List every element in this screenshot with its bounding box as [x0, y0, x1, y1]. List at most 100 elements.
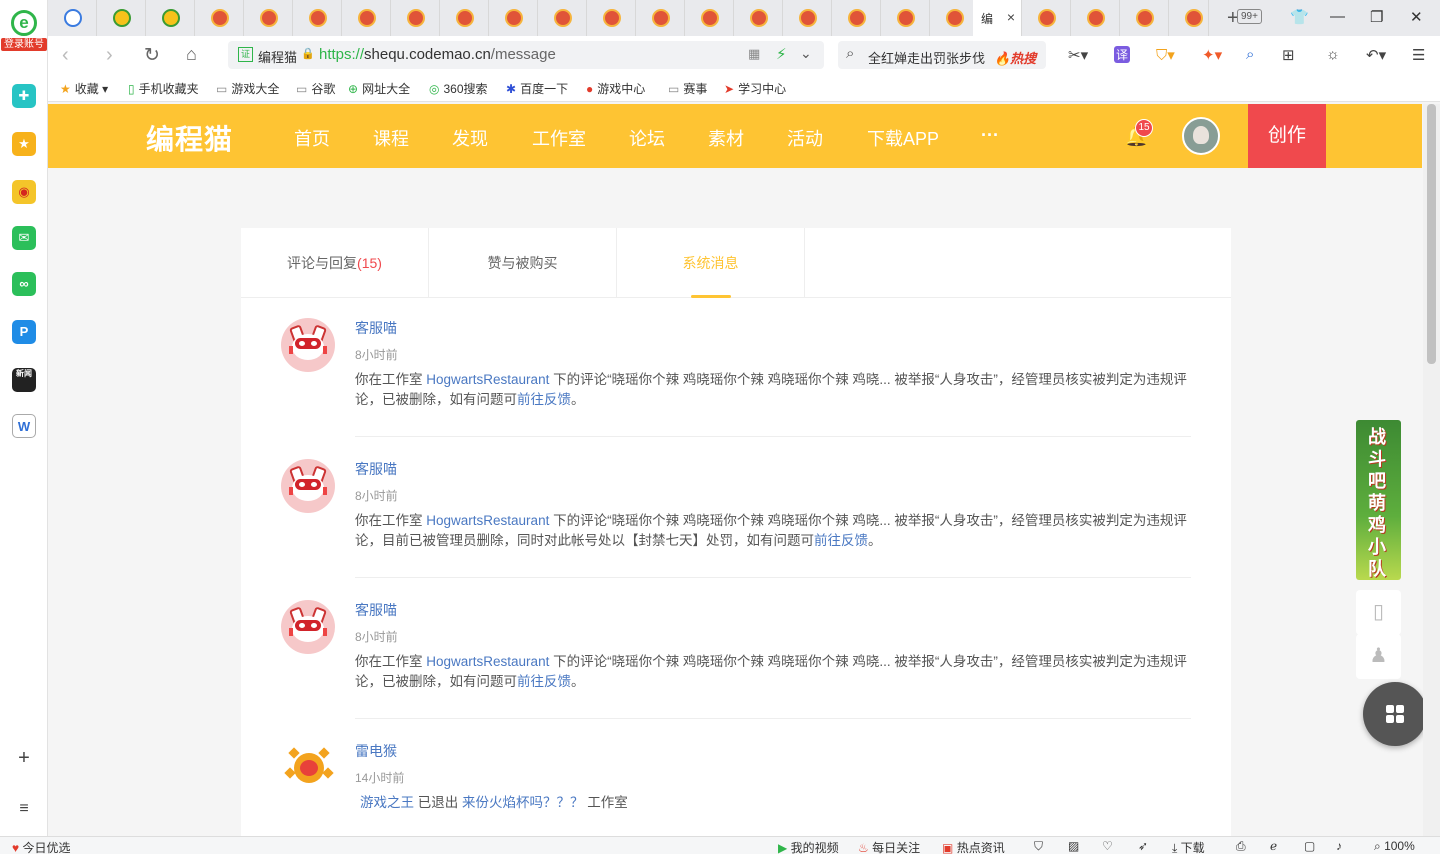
close-tab-icon[interactable]: ×	[1007, 9, 1015, 25]
notification-bell-icon[interactable]: 🔔 15	[1124, 119, 1153, 149]
cloud-drive-icon[interactable]: ∞	[12, 272, 36, 296]
studio-link[interactable]: 来份火焰杯吗？？？	[462, 795, 584, 810]
browser-tab[interactable]	[636, 0, 685, 36]
news-icon[interactable]: 新闻	[12, 368, 36, 392]
menu-list-icon[interactable]: ≡	[12, 797, 36, 821]
browser-tab[interactable]	[244, 0, 293, 36]
brightness-icon[interactable]: ☼	[1326, 46, 1340, 63]
heartbeat-icon[interactable]: ♡	[1102, 839, 1113, 853]
daily-follow[interactable]: ♨ 每日关注	[858, 839, 920, 854]
skin-icon[interactable]: 👕	[1290, 8, 1309, 26]
feedback-link[interactable]: 前往反馈	[814, 533, 868, 548]
nav-discover[interactable]: 发现	[452, 125, 488, 151]
scissors-icon[interactable]: ✂▾	[1068, 46, 1088, 64]
weibo-icon[interactable]: ◉	[12, 180, 36, 204]
browser-tab[interactable]	[489, 0, 538, 36]
create-button[interactable]: 创作	[1248, 104, 1326, 168]
nav-forum[interactable]: 论坛	[629, 125, 665, 151]
browser-tab[interactable]	[734, 0, 783, 36]
avatar[interactable]	[281, 318, 335, 372]
bookmark-item[interactable]: ✱ 百度一下	[506, 80, 568, 97]
feedback-link[interactable]: 前往反馈	[517, 674, 571, 689]
tab-comments-replies[interactable]: 评论与回复(15)	[241, 228, 429, 298]
translate-icon[interactable]: 译	[1114, 46, 1131, 63]
minimize-button[interactable]: —	[1330, 8, 1345, 25]
studio-link[interactable]: HogwartsRestaurant	[426, 372, 549, 387]
undo-icon[interactable]: ↶▾	[1366, 46, 1386, 64]
feedback-link[interactable]: 前往反馈	[517, 392, 571, 407]
ie-icon[interactable]: ℯ	[1270, 839, 1277, 853]
sender-name[interactable]: 雷电猴	[355, 741, 397, 761]
maximize-button[interactable]: ❐	[1370, 8, 1383, 26]
window-icon[interactable]: ▢	[1304, 839, 1315, 853]
game-ad-banner[interactable]: 战斗吧萌鸡小队	[1356, 420, 1401, 580]
apps-grid-button[interactable]	[1363, 682, 1427, 746]
mobile-icon[interactable]: ▯	[1356, 590, 1401, 635]
browser-tab[interactable]	[587, 0, 636, 36]
zoom-level[interactable]: ⌕ 100%	[1374, 839, 1415, 854]
browser-tab[interactable]	[391, 0, 440, 36]
bookmark-item[interactable]: ➤ 学习中心	[724, 80, 786, 97]
rocket-icon[interactable]: ➶	[1138, 839, 1148, 853]
sidebar-app-icon[interactable]: ✚	[12, 84, 36, 108]
browser-tab[interactable]	[783, 0, 832, 36]
sender-name[interactable]: 客服喵	[355, 600, 397, 620]
avatar[interactable]	[281, 741, 335, 795]
bookmark-item[interactable]: ▭ 赛事	[668, 80, 707, 97]
site-logo[interactable]: 编程猫	[146, 118, 233, 158]
browser-tab[interactable]	[48, 0, 97, 36]
tab-count-badge[interactable]: 99+	[1237, 9, 1262, 24]
refresh-button[interactable]: ↻	[144, 44, 160, 67]
qq-penguin-icon[interactable]: ♟	[1356, 634, 1401, 679]
nav-materials[interactable]: 素材	[708, 125, 744, 151]
url-text[interactable]: https://shequ.codemao.cn/message	[319, 46, 556, 63]
favorites-star-icon[interactable]: ★	[12, 132, 36, 156]
address-field[interactable]: 证 编程猫 🔒 https://shequ.codemao.cn/message…	[228, 41, 824, 69]
nav-courses[interactable]: 课程	[373, 125, 409, 151]
browser-tab[interactable]	[146, 0, 195, 36]
browser-tab[interactable]	[293, 0, 342, 36]
bookmark-item[interactable]: ⊕ 网址大全	[348, 80, 410, 97]
browser-tab[interactable]	[1120, 0, 1169, 36]
sender-name[interactable]: 客服喵	[355, 318, 397, 338]
user-avatar[interactable]	[1182, 117, 1220, 155]
login-account-button[interactable]: e 登录账号	[1, 10, 47, 58]
mail-icon[interactable]: ✉	[12, 226, 36, 250]
search-box[interactable]: ⌕ 全红婵走出罚张步伐 🔥热搜	[838, 41, 1046, 69]
studio-link[interactable]: HogwartsRestaurant	[426, 654, 549, 669]
magnifier-icon[interactable]: ⌕	[1246, 46, 1254, 63]
home-button[interactable]: ⌂	[186, 44, 197, 65]
user-link[interactable]: 游戏之王	[360, 795, 414, 810]
bookmark-item[interactable]: ▭ 谷歌	[296, 80, 335, 97]
game-icon[interactable]: ✦▾	[1202, 46, 1222, 64]
bookmark-item[interactable]: ▯ 手机收藏夹	[128, 80, 199, 97]
avatar[interactable]	[281, 600, 335, 654]
browser-tab[interactable]	[1022, 0, 1071, 36]
bookmark-item[interactable]: ◎ 360搜索	[429, 80, 488, 97]
close-window-button[interactable]: ✕	[1410, 8, 1423, 26]
document-icon[interactable]: W	[12, 414, 36, 438]
paper-icon[interactable]: P	[12, 320, 36, 344]
nav-home[interactable]: 首页	[294, 125, 330, 151]
hot-news[interactable]: ▣ 热点资讯	[942, 839, 1005, 854]
browser-tab-active[interactable]: 编 ×	[973, 0, 1022, 36]
search-suggestion[interactable]: 全红婵走出罚张步伐	[868, 48, 985, 67]
chevron-down-icon[interactable]: ⌄	[800, 45, 812, 62]
tab-system-messages[interactable]: 系统消息	[617, 228, 805, 298]
bookmark-item[interactable]: ▭ 游戏大全	[216, 80, 279, 97]
my-videos[interactable]: ▶ 我的视频	[778, 839, 839, 854]
shield-icon[interactable]: ⛉▾	[1156, 46, 1175, 64]
browser-tab[interactable]	[538, 0, 587, 36]
download-button[interactable]: ⤓ 下载	[1172, 839, 1205, 854]
browser-tab[interactable]	[342, 0, 391, 36]
qrcode-icon[interactable]: ▦	[748, 46, 760, 62]
back-button[interactable]: ‹	[62, 44, 69, 67]
sender-name[interactable]: 客服喵	[355, 459, 397, 479]
tab-likes-purchases[interactable]: 赞与被购买	[429, 228, 617, 298]
apps-grid-icon[interactable]: ⊞	[1282, 46, 1295, 64]
nav-more[interactable]: ···	[981, 125, 999, 146]
today-picks[interactable]: ♥ 今日优选	[12, 839, 70, 854]
studio-link[interactable]: HogwartsRestaurant	[426, 513, 549, 528]
shield-status-icon[interactable]: ⛉	[1034, 839, 1043, 854]
bookmark-item[interactable]: ★ 收藏 ▾	[60, 80, 108, 97]
